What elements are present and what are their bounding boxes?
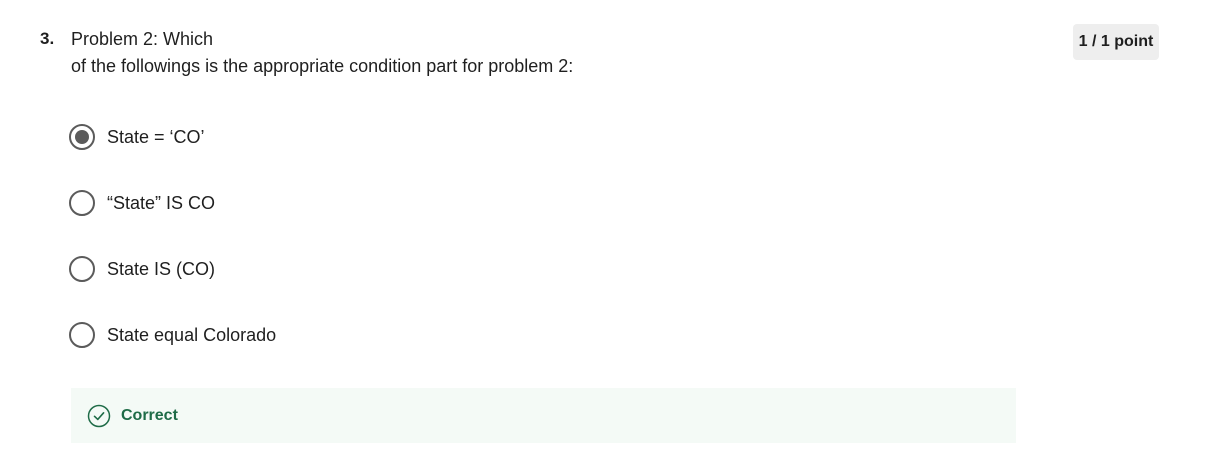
question-line-2: of the followings is the appropriate con… [71,56,574,76]
answer-options: State = ‘CO’ “State” IS CO State IS (CO)… [69,120,276,384]
option-label: State = ‘CO’ [107,126,205,147]
option-state-is-co-quoted[interactable]: “State” IS CO [69,186,276,220]
radio-button-icon[interactable] [69,190,95,216]
radio-button-selected-icon[interactable] [69,124,95,150]
radio-button-icon[interactable] [69,322,95,348]
radio-dot [75,130,89,144]
question-number: 3. [40,29,55,48]
option-label: “State” IS CO [107,192,216,213]
option-label: State IS (CO) [107,258,216,279]
score-badge: 1 / 1 point [1073,24,1159,60]
option-state-equal-colorado[interactable]: State equal Colorado [69,318,276,352]
feedback-text: Correct [121,406,178,424]
feedback-correct: Correct [71,388,1016,443]
radio-button-icon[interactable] [69,256,95,282]
quiz-question: 3. Problem 2: Which of the followings is… [0,0,1208,476]
check-circle-icon [87,404,111,428]
question-text: Problem 2: Which of the followings is th… [71,26,573,80]
question-line-1: Problem 2: Which [71,29,214,49]
option-label: State equal Colorado [107,324,277,345]
option-state-is-co-paren[interactable]: State IS (CO) [69,252,276,286]
option-state-equals-co[interactable]: State = ‘CO’ [69,120,276,154]
